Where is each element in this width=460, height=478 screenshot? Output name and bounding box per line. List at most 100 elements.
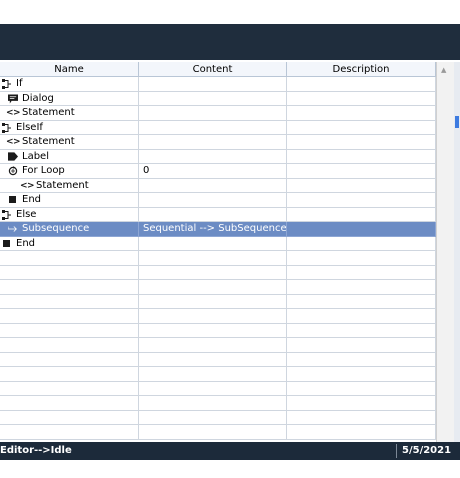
- tree-node[interactable]: End: [8, 193, 41, 207]
- tree-node[interactable]: <> Statement: [6, 135, 75, 149]
- description-cell[interactable]: [287, 193, 436, 208]
- tree-node[interactable]: Dialog: [8, 92, 54, 106]
- content-cell[interactable]: [139, 280, 287, 295]
- content-cell[interactable]: [139, 251, 287, 266]
- table-row[interactable]: Label: [0, 149, 436, 164]
- table-row[interactable]: [0, 338, 436, 353]
- table-row[interactable]: [0, 396, 436, 411]
- table-row[interactable]: ElseIf: [0, 120, 436, 135]
- table-row[interactable]: [0, 265, 436, 280]
- name-cell[interactable]: [0, 425, 139, 440]
- table-row[interactable]: [0, 280, 436, 295]
- content-cell[interactable]: Sequential --> SubSequence: [139, 222, 287, 237]
- content-cell[interactable]: [139, 236, 287, 251]
- content-cell[interactable]: [139, 309, 287, 324]
- name-cell[interactable]: For Loop: [0, 164, 139, 179]
- table-row[interactable]: <> Statement: [0, 178, 436, 193]
- table-row[interactable]: If: [0, 77, 436, 92]
- content-cell[interactable]: [139, 265, 287, 280]
- name-cell[interactable]: [0, 251, 139, 266]
- content-cell[interactable]: [139, 178, 287, 193]
- description-cell[interactable]: [287, 251, 436, 266]
- tree-node[interactable]: <> Statement: [6, 106, 75, 120]
- name-cell[interactable]: If: [0, 77, 139, 92]
- description-cell[interactable]: [287, 207, 436, 222]
- table-row[interactable]: [0, 251, 436, 266]
- name-cell[interactable]: <> Statement: [0, 178, 139, 193]
- content-cell[interactable]: [139, 91, 287, 106]
- tree-node[interactable]: ElseIf: [2, 121, 43, 135]
- name-cell[interactable]: <> Statement: [0, 106, 139, 121]
- column-header-description[interactable]: Description: [287, 62, 436, 77]
- content-cell[interactable]: [139, 381, 287, 396]
- name-cell[interactable]: End: [0, 236, 139, 251]
- name-cell[interactable]: [0, 381, 139, 396]
- content-cell[interactable]: [139, 106, 287, 121]
- content-cell[interactable]: [139, 425, 287, 440]
- table-row[interactable]: Subsequence Sequential --> SubSequence: [0, 222, 436, 237]
- name-cell[interactable]: Label: [0, 149, 139, 164]
- name-cell[interactable]: ElseIf: [0, 120, 139, 135]
- name-cell[interactable]: [0, 294, 139, 309]
- content-cell[interactable]: [139, 193, 287, 208]
- description-cell[interactable]: [287, 410, 436, 425]
- content-cell[interactable]: [139, 77, 287, 92]
- name-cell[interactable]: Dialog: [0, 91, 139, 106]
- name-cell[interactable]: [0, 280, 139, 295]
- table-row[interactable]: [0, 294, 436, 309]
- content-cell[interactable]: [139, 396, 287, 411]
- name-cell[interactable]: [0, 338, 139, 353]
- table-row[interactable]: <> Statement: [0, 106, 436, 121]
- content-cell[interactable]: [139, 149, 287, 164]
- tree-node[interactable]: If: [2, 77, 22, 91]
- content-cell[interactable]: [139, 135, 287, 150]
- table-row[interactable]: [0, 381, 436, 396]
- description-cell[interactable]: [287, 77, 436, 92]
- description-cell[interactable]: [287, 280, 436, 295]
- column-header-name[interactable]: Name: [0, 62, 139, 77]
- name-cell[interactable]: Subsequence: [0, 222, 139, 237]
- description-cell[interactable]: [287, 381, 436, 396]
- content-cell[interactable]: [139, 323, 287, 338]
- description-cell[interactable]: [287, 91, 436, 106]
- tree-node[interactable]: For Loop: [8, 164, 65, 178]
- table-row[interactable]: <> Statement: [0, 135, 436, 150]
- table-row[interactable]: For Loop 0: [0, 164, 436, 179]
- name-cell[interactable]: Else: [0, 207, 139, 222]
- description-cell[interactable]: [287, 352, 436, 367]
- description-cell[interactable]: [287, 425, 436, 440]
- description-cell[interactable]: [287, 149, 436, 164]
- description-cell[interactable]: [287, 309, 436, 324]
- tree-node[interactable]: Else: [2, 208, 36, 222]
- description-cell[interactable]: [287, 396, 436, 411]
- description-cell[interactable]: [287, 367, 436, 382]
- name-cell[interactable]: [0, 367, 139, 382]
- name-cell[interactable]: <> Statement: [0, 135, 139, 150]
- name-cell[interactable]: [0, 352, 139, 367]
- table-row[interactable]: Else: [0, 207, 436, 222]
- name-cell[interactable]: [0, 323, 139, 338]
- table-row[interactable]: End: [0, 193, 436, 208]
- table-row[interactable]: [0, 367, 436, 382]
- description-cell[interactable]: [287, 338, 436, 353]
- content-cell[interactable]: [139, 410, 287, 425]
- content-cell[interactable]: [139, 294, 287, 309]
- content-cell[interactable]: [139, 352, 287, 367]
- content-cell[interactable]: [139, 120, 287, 135]
- content-cell[interactable]: [139, 367, 287, 382]
- description-cell[interactable]: [287, 294, 436, 309]
- name-cell[interactable]: [0, 410, 139, 425]
- description-cell[interactable]: [287, 178, 436, 193]
- column-header-content[interactable]: Content: [139, 62, 287, 77]
- content-cell[interactable]: 0: [139, 164, 287, 179]
- name-cell[interactable]: [0, 309, 139, 324]
- name-cell[interactable]: [0, 396, 139, 411]
- table-row[interactable]: Dialog: [0, 91, 436, 106]
- description-cell[interactable]: [287, 323, 436, 338]
- description-cell[interactable]: [287, 164, 436, 179]
- table-row[interactable]: [0, 352, 436, 367]
- tree-node[interactable]: <> Statement: [20, 179, 89, 193]
- description-cell[interactable]: [287, 222, 436, 237]
- table-row[interactable]: [0, 323, 436, 338]
- name-cell[interactable]: [0, 265, 139, 280]
